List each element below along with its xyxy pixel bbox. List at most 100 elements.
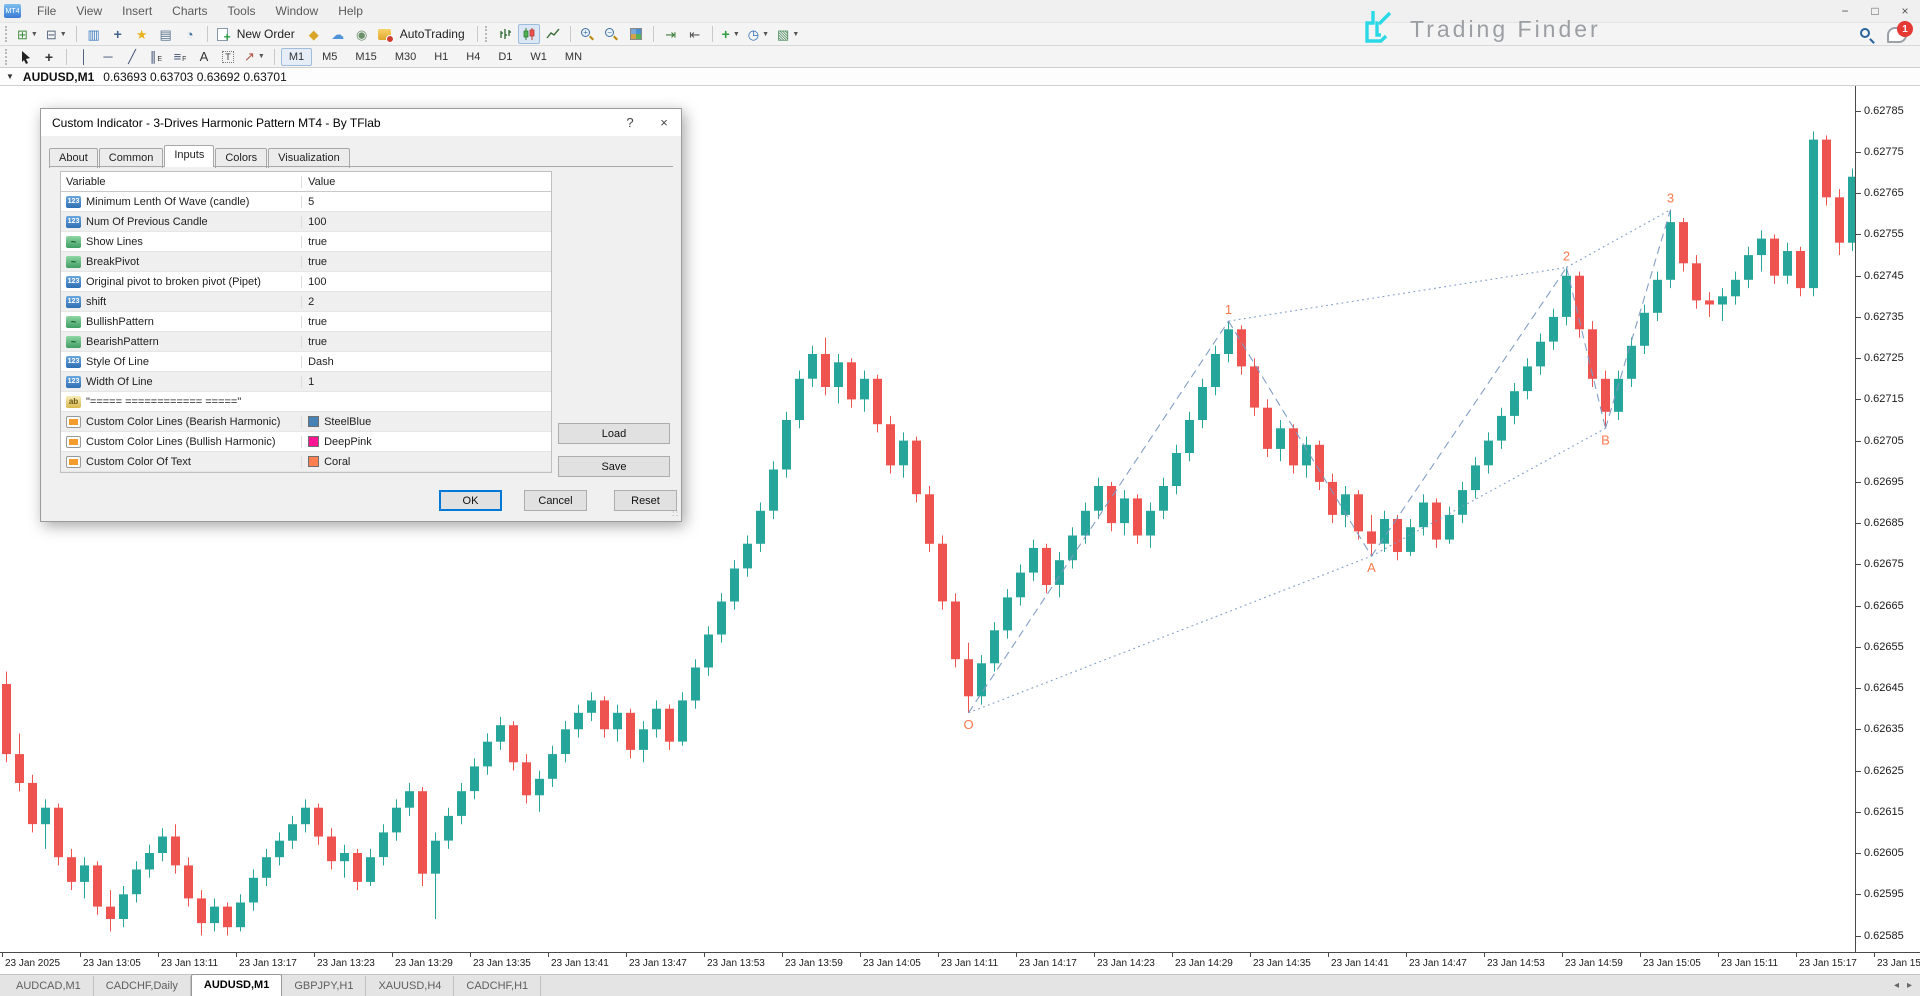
timeframe-m15-button[interactable]: M15: [347, 48, 384, 66]
value-cell[interactable]: true: [301, 316, 551, 328]
timeframe-w1-button[interactable]: W1: [522, 48, 555, 66]
line-chart-mode-button[interactable]: [542, 24, 564, 44]
table-row[interactable]: 123shift2: [61, 292, 551, 312]
table-row[interactable]: ab"===== ============ =====": [61, 392, 551, 412]
arrows-tool-button[interactable]: ↗▼: [241, 47, 268, 67]
new-chart-button[interactable]: ⊞▼: [14, 24, 41, 44]
text-label-tool-button[interactable]: T: [217, 47, 239, 67]
terminal-button[interactable]: ▤: [155, 24, 177, 44]
value-cell[interactable]: 100: [301, 276, 551, 288]
quote-expander[interactable]: ▼: [6, 72, 14, 81]
table-row[interactable]: 123Width Of Line1: [61, 372, 551, 392]
indicators-button[interactable]: +▼: [719, 24, 743, 44]
value-cell[interactable]: SteelBlue: [301, 416, 551, 428]
timeframe-mn-button[interactable]: MN: [557, 48, 590, 66]
menu-tools[interactable]: Tools: [218, 2, 266, 20]
window-close-button[interactable]: ×: [1890, 1, 1920, 21]
periods-button[interactable]: ◷▼: [745, 24, 772, 44]
trendline-tool-button[interactable]: ╱: [121, 47, 143, 67]
chart-tab-audcad-m1[interactable]: AUDCAD,M1: [4, 976, 94, 996]
menu-file[interactable]: File: [27, 2, 66, 20]
chart-tab-cadchf-h1[interactable]: CADCHF,H1: [454, 976, 541, 996]
window-minimize-button[interactable]: −: [1830, 1, 1860, 21]
dropdown-arrow-icon[interactable]: ▼: [31, 31, 38, 38]
menu-insert[interactable]: Insert: [112, 2, 162, 20]
dialog-tab-common[interactable]: Common: [99, 148, 164, 168]
auto-scroll-button[interactable]: ⇥: [660, 24, 682, 44]
table-row[interactable]: 123Original pivot to broken pivot (Pipet…: [61, 272, 551, 292]
zoom-out-button[interactable]: −: [601, 24, 623, 44]
candlestick-mode-button[interactable]: [518, 24, 540, 44]
channel-tool-button[interactable]: ∥E: [145, 47, 167, 67]
dialog-tab-about[interactable]: About: [49, 148, 98, 168]
bar-chart-mode-button[interactable]: [494, 24, 516, 44]
table-row[interactable]: 123Minimum Lenth Of Wave (candle)5: [61, 192, 551, 212]
value-cell[interactable]: true: [301, 336, 551, 348]
window-restore-button[interactable]: □: [1860, 1, 1890, 21]
cancel-button[interactable]: Cancel: [524, 490, 587, 511]
tile-windows-button[interactable]: [625, 24, 647, 44]
dialog-resize-grip[interactable]: ∷: [672, 509, 678, 520]
dropdown-arrow-icon[interactable]: ▼: [733, 31, 740, 38]
load-button[interactable]: Load: [558, 423, 670, 444]
value-cell[interactable]: true: [301, 236, 551, 248]
menu-view[interactable]: View: [66, 2, 112, 20]
menu-charts[interactable]: Charts: [162, 2, 217, 20]
search-icon[interactable]: [1860, 28, 1875, 43]
ok-button[interactable]: OK: [439, 490, 502, 511]
save-button[interactable]: Save: [558, 456, 670, 477]
chart-tab-xauusd-h4[interactable]: XAUUSD,H4: [366, 976, 454, 996]
dropdown-arrow-icon[interactable]: ▼: [258, 53, 265, 60]
metaeditor-button[interactable]: ◆: [303, 24, 325, 44]
value-cell[interactable]: 5: [301, 196, 551, 208]
strategy-tester-button[interactable]: ◔: [179, 24, 201, 44]
table-row[interactable]: 123Style Of LineDash: [61, 352, 551, 372]
timeframe-m1-button[interactable]: M1: [281, 48, 312, 66]
zoom-in-button[interactable]: +: [577, 24, 599, 44]
tab-scroll-right-button[interactable]: ▸: [1907, 980, 1912, 991]
dialog-tab-inputs[interactable]: Inputs: [164, 145, 214, 167]
chart-tab-audusd-m1[interactable]: AUDUSD,M1: [191, 974, 282, 996]
dropdown-arrow-icon[interactable]: ▼: [792, 31, 799, 38]
dialog-tab-visualization[interactable]: Visualization: [268, 148, 350, 168]
text-tool-button[interactable]: A: [193, 47, 215, 67]
market-button[interactable]: ◉: [351, 24, 373, 44]
dialog-help-button[interactable]: ?: [613, 109, 647, 136]
table-row[interactable]: 123Num Of Previous Candle100: [61, 212, 551, 232]
value-cell[interactable]: DeepPink: [301, 436, 551, 448]
value-cell[interactable]: true: [301, 256, 551, 268]
table-row[interactable]: Custom Color Lines (Bullish Harmonic)Dee…: [61, 432, 551, 452]
mql-community-button[interactable]: ☁: [327, 24, 349, 44]
value-cell[interactable]: 1: [301, 376, 551, 388]
chat-icon[interactable]: 1: [1887, 27, 1907, 43]
table-row[interactable]: ~Show Linestrue: [61, 232, 551, 252]
dropdown-arrow-icon[interactable]: ▼: [60, 31, 67, 38]
timeframe-h4-button[interactable]: H4: [458, 48, 488, 66]
timeframe-m5-button[interactable]: M5: [314, 48, 345, 66]
horizontal-line-tool-button[interactable]: ─: [97, 47, 119, 67]
table-row[interactable]: Custom Color Of TextCoral: [61, 452, 551, 472]
menu-help[interactable]: Help: [328, 2, 373, 20]
value-cell[interactable]: Coral: [301, 456, 551, 468]
dialog-close-button[interactable]: ×: [647, 109, 681, 136]
data-window-button[interactable]: +: [107, 24, 129, 44]
dropdown-arrow-icon[interactable]: ▼: [762, 31, 769, 38]
new-order-button[interactable]: +New Order: [214, 24, 301, 44]
menu-window[interactable]: Window: [266, 2, 329, 20]
profiles-button[interactable]: ⊟▼: [43, 24, 70, 44]
chart-tab-gbpjpy-h1[interactable]: GBPJPY,H1: [282, 976, 366, 996]
crosshair-tool-button[interactable]: +: [38, 47, 60, 67]
reset-button[interactable]: Reset: [614, 490, 677, 511]
timeframe-d1-button[interactable]: D1: [490, 48, 520, 66]
templates-button[interactable]: ▧▼: [774, 24, 802, 44]
dialog-title-bar[interactable]: Custom Indicator - 3-Drives Harmonic Pat…: [41, 109, 681, 136]
value-cell[interactable]: 100: [301, 216, 551, 228]
fibonacci-tool-button[interactable]: ≡F: [169, 47, 191, 67]
navigator-button[interactable]: ★: [131, 24, 153, 44]
autotrading-button[interactable]: AutoTrading: [375, 24, 471, 44]
timeframe-m30-button[interactable]: M30: [387, 48, 424, 66]
cursor-tool-button[interactable]: [14, 47, 36, 67]
value-cell[interactable]: 2: [301, 296, 551, 308]
value-cell[interactable]: Dash: [301, 356, 551, 368]
table-row[interactable]: ~BearishPatterntrue: [61, 332, 551, 352]
